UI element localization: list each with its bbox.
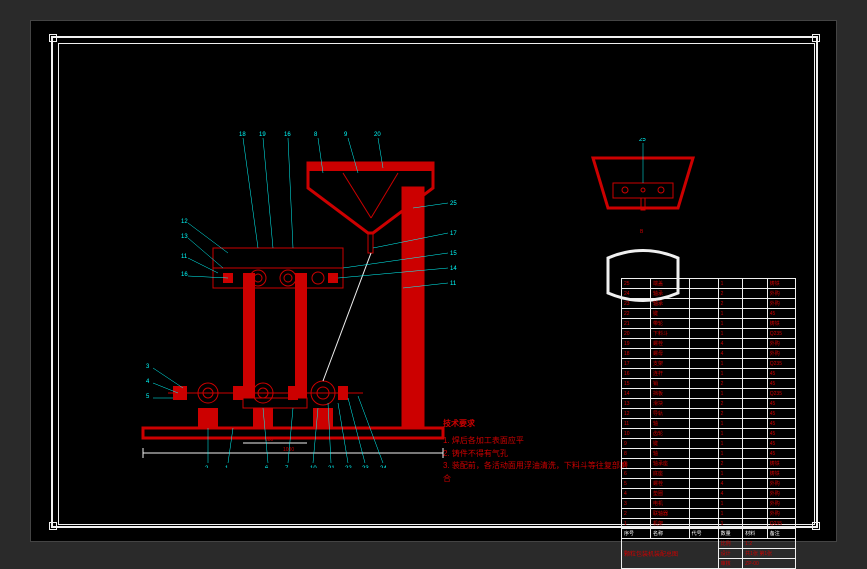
balloon: 19 [259, 132, 266, 138]
bom-row: 23轴承2外购 [622, 299, 796, 309]
balloon: 4 [146, 379, 150, 385]
bom-table: 25端盖1铸铁24轴承2外购23轴承2外购22键14521带轮1铸铁20下料斗1… [621, 278, 796, 569]
svg-text:B: B [640, 229, 644, 235]
drawing-frame: 1000 180 18 19 16 8 9 20 25 17 15 [51, 36, 818, 528]
balloon: 8 [314, 132, 318, 138]
balloon: 6 [265, 466, 269, 468]
balloon: 22 [345, 466, 352, 468]
balloon: 12 [181, 219, 188, 225]
bom-row: 9键145 [622, 439, 796, 449]
bom-row: 25端盖1铸铁 [622, 279, 796, 289]
cad-canvas[interactable]: 1000 180 18 19 16 8 9 20 25 17 15 [30, 20, 837, 542]
balloon: 11 [450, 281, 457, 287]
corner-mark [812, 34, 820, 42]
balloon: 13 [181, 234, 188, 240]
svg-text:1000: 1000 [283, 447, 294, 453]
bom-row: 2联轴器1外购 [622, 509, 796, 519]
balloon: 16 [181, 272, 188, 278]
bom-row: 1机架1Q235 [622, 519, 796, 529]
bom-row: 7轴承座2铸铁 [622, 459, 796, 469]
balloon: 2 [205, 466, 209, 468]
bom-row: 4垫圈4外购 [622, 489, 796, 499]
main-assembly-view: 1000 180 18 19 16 8 9 20 25 17 15 [113, 118, 463, 468]
bom-row: 3电机1外购 [622, 499, 796, 509]
title-block: 25端盖1铸铁24轴承2外购23轴承2外购22键14521带轮1铸铁20下料斗1… [621, 278, 796, 508]
balloon: 1 [225, 466, 229, 468]
balloon: 14 [450, 266, 457, 272]
balloon: 20 [374, 132, 381, 138]
balloon: 15 [450, 251, 457, 257]
balloon: 7 [285, 466, 289, 468]
balloon: 16 [284, 132, 291, 138]
balloon: 21 [328, 466, 335, 468]
bom-row: 15销245 [622, 379, 796, 389]
corner-mark [49, 34, 57, 42]
bom-row: 10齿轮145 [622, 429, 796, 439]
bom-row: 20下料斗1Q235 [622, 329, 796, 339]
corner-mark [49, 522, 57, 530]
bom-row: 8轴145 [622, 449, 796, 459]
bom-row: 21带轮1铸铁 [622, 319, 796, 329]
bom-row: 19螺栓4外购 [622, 339, 796, 349]
balloon: 3 [146, 364, 150, 370]
bom-row: 12导轨245 [622, 409, 796, 419]
bom-row: 17支架1Q235 [622, 359, 796, 369]
bom-header: 序号名称代号数量材料备注 [622, 529, 796, 539]
balloon: 25 [639, 138, 646, 143]
balloon: 17 [450, 231, 457, 237]
balloon: 23 [362, 466, 369, 468]
balloon: 25 [450, 201, 457, 207]
bom-row: 24轴承2外购 [622, 289, 796, 299]
bom-row: 11轴145 [622, 419, 796, 429]
bom-row: 16连杆145 [622, 369, 796, 379]
bom-row: 13滑块245 [622, 399, 796, 409]
balloon: 18 [239, 132, 246, 138]
balloon: 10 [310, 466, 317, 468]
balloon: 5 [146, 394, 150, 400]
bom-row: 6底座1铸铁 [622, 469, 796, 479]
bom-row: 14挡板1Q235 [622, 389, 796, 399]
bom-row: 22键145 [622, 309, 796, 319]
bom-row: 18螺母4外购 [622, 349, 796, 359]
balloon: 11 [181, 254, 188, 260]
bom-row: 5螺栓4外购 [622, 479, 796, 489]
balloon: 9 [344, 132, 348, 138]
balloon: 24 [380, 466, 387, 468]
titleblock-footer: 颗粒包装机装配总图比例1:2 [622, 539, 796, 549]
